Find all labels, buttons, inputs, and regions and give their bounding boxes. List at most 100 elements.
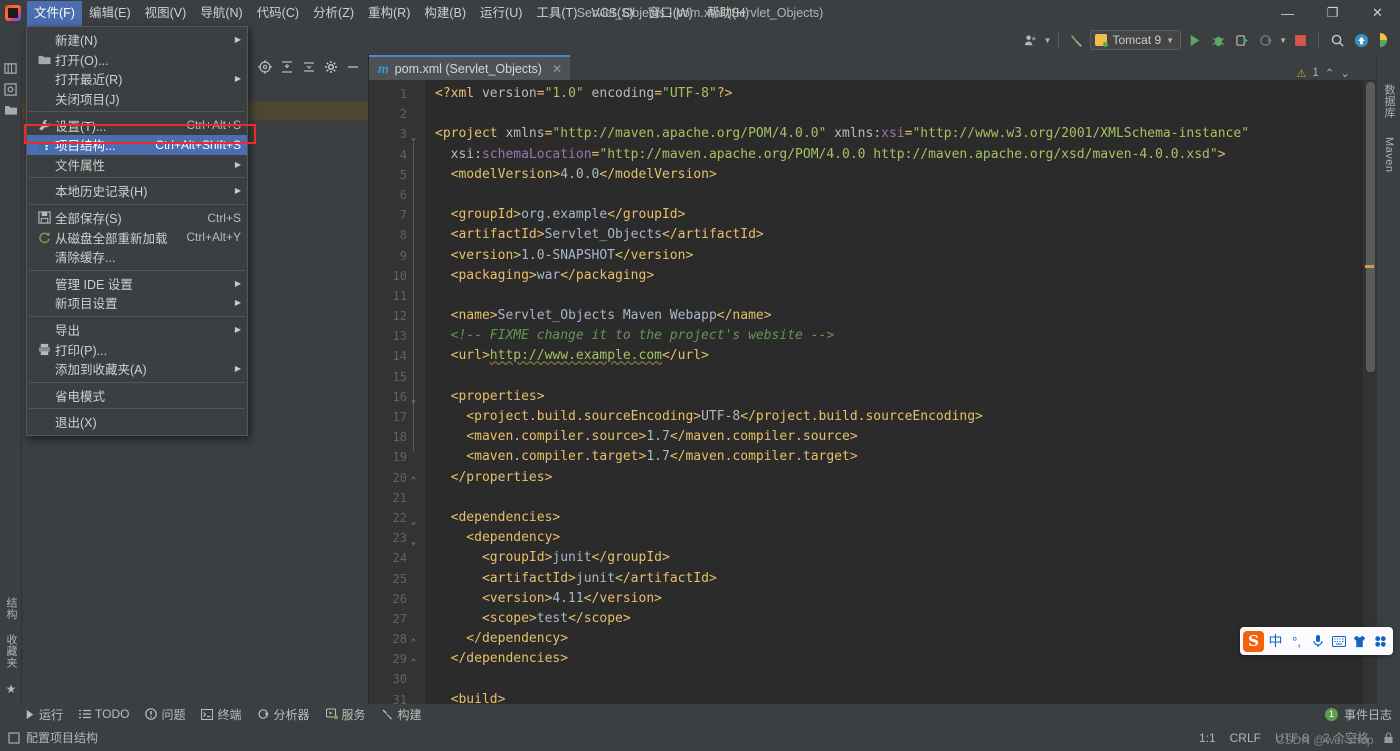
search-everywhere-icon[interactable] [1326, 29, 1348, 51]
caret-position[interactable]: 1:1 [1199, 731, 1216, 745]
tab-pom-xml[interactable]: m pom.xml (Servlet_Objects) ✕ [369, 55, 570, 80]
file-menu-item-1[interactable]: 打开(O)... [27, 50, 247, 70]
menu-item-10[interactable]: VCS(S) [584, 1, 640, 26]
run-icon[interactable] [1183, 29, 1205, 51]
code-line[interactable]: <url>http://www.example.com</url> [435, 346, 1376, 366]
code-line[interactable]: <artifactId>Servlet_Objects</artifactId> [435, 225, 1376, 245]
code-line[interactable] [435, 286, 1376, 306]
fold-marker-dependencies-open[interactable]: ⌄ [409, 517, 418, 527]
tool-window-button-2[interactable]: 问题 [145, 706, 185, 723]
stop-icon[interactable] [1289, 29, 1311, 51]
submenu-arrow-icon[interactable]: ▶ [235, 364, 241, 373]
code-line[interactable]: <packaging>war</packaging> [435, 266, 1376, 286]
mic-icon[interactable] [1308, 631, 1327, 651]
menu-item-1[interactable]: 编辑(E) [82, 1, 138, 26]
avatar-chevron-down-icon[interactable]: ▼ [1044, 36, 1052, 45]
file-menu-item-9[interactable]: 本地历史记录(H) ▶ [27, 181, 247, 201]
file-menu-item-15[interactable]: 管理 IDE 设置 ▶ [27, 274, 247, 294]
menu-item-9[interactable]: 工具(T) [529, 1, 584, 26]
menu-item-6[interactable]: 重构(R) [361, 1, 417, 26]
file-menu-item-13[interactable]: 清除缓存... [27, 247, 247, 267]
menu-item-12[interactable]: 帮助(H) [700, 1, 756, 26]
code-line[interactable]: <modelVersion>4.0.0</modelVersion> [435, 165, 1376, 185]
build-hammer-icon[interactable] [1066, 29, 1088, 51]
next-problem-icon[interactable]: ⌄ [1340, 66, 1350, 80]
close-icon[interactable]: ✕ [552, 62, 562, 76]
file-menu-item-18[interactable]: 导出 ▶ [27, 320, 247, 340]
submenu-arrow-icon[interactable]: ▶ [235, 74, 241, 83]
user-avatar-icon[interactable] [1020, 29, 1042, 51]
tool-window-button-0[interactable]: 运行 [24, 706, 63, 723]
line-separator[interactable]: CRLF [1230, 731, 1261, 745]
structure-folder-icon[interactable] [2, 101, 20, 119]
run-with-coverage-icon[interactable] [1231, 29, 1253, 51]
menu-item-4[interactable]: 代码(C) [250, 1, 306, 26]
commit-icon[interactable] [2, 80, 20, 98]
collapse-all-icon[interactable] [278, 58, 296, 76]
file-menu-item-16[interactable]: 新项目设置 ▶ [27, 293, 247, 313]
run-config-chevron-down-icon[interactable]: ▼ [1166, 36, 1174, 45]
ime-toolbar[interactable]: S 中 °, [1240, 627, 1393, 655]
code-line[interactable]: <project.build.sourceEncoding>UTF-8</pro… [435, 407, 1376, 427]
code-line[interactable]: xsi:schemaLocation="http://maven.apache.… [435, 145, 1376, 165]
code-line[interactable]: <groupId>junit</groupId> [435, 548, 1376, 568]
code-line[interactable]: <maven.compiler.target>1.7</maven.compil… [435, 447, 1376, 467]
menu-item-8[interactable]: 运行(U) [473, 1, 529, 26]
sogou-ime-logo-icon[interactable]: S [1243, 630, 1264, 652]
code-line[interactable] [435, 367, 1376, 387]
code-line[interactable]: <properties> [435, 387, 1376, 407]
code-line[interactable]: <?xml version="1.0" encoding="UTF-8"?> [435, 84, 1376, 104]
fold-marker-properties-open[interactable]: ⌄ [409, 395, 418, 405]
code-line[interactable]: <dependencies> [435, 508, 1376, 528]
submenu-arrow-icon[interactable]: ▶ [235, 35, 241, 44]
file-menu-item-3[interactable]: 关闭项目(J) [27, 89, 247, 109]
code-line[interactable] [435, 488, 1376, 508]
code-line[interactable]: <artifactId>junit</artifactId> [435, 569, 1376, 589]
file-menu-item-19[interactable]: 打印(P)... [27, 339, 247, 359]
hide-window-icon[interactable] [344, 58, 362, 76]
code-line[interactable]: <version>1.0-SNAPSHOT</version> [435, 246, 1376, 266]
fold-marker-dependency-close[interactable]: ⌃ [409, 638, 418, 648]
keyboard-icon[interactable] [1329, 631, 1348, 651]
file-menu-item-12[interactable]: 从磁盘全部重新加载 Ctrl+Alt+Y [27, 227, 247, 247]
debug-icon[interactable] [1207, 29, 1229, 51]
left-rail-structure-label[interactable]: 结构 [3, 597, 19, 620]
file-menu-item-11[interactable]: 全部保存(S) Ctrl+S [27, 208, 247, 228]
event-log-label[interactable]: 事件日志 [1344, 706, 1392, 723]
maximize-button[interactable]: ❐ [1310, 0, 1355, 26]
prev-problem-icon[interactable]: ⌃ [1325, 66, 1335, 80]
code-line[interactable]: <scope>test</scope> [435, 609, 1376, 629]
menu-item-2[interactable]: 视图(V) [138, 1, 194, 26]
code-line[interactable] [435, 185, 1376, 205]
close-button[interactable]: ✕ [1355, 0, 1400, 26]
update-project-icon[interactable] [1350, 29, 1372, 51]
fold-marker-properties-close[interactable]: ⌃ [409, 476, 418, 486]
fold-marker-dependency-open[interactable]: ⌄ [409, 537, 418, 547]
project-icon[interactable] [2, 59, 20, 77]
left-rail-favorites-label[interactable]: 收藏夹 [3, 634, 19, 669]
right-rail-maven-label[interactable]: Maven [1383, 137, 1395, 173]
fold-marker-dependencies-close[interactable]: ⌃ [409, 658, 418, 668]
settings-gear-icon[interactable] [322, 58, 340, 76]
tool-window-button-5[interactable]: 服务 [325, 706, 366, 723]
target-icon[interactable] [256, 58, 274, 76]
minimize-button[interactable]: — [1265, 0, 1310, 26]
code-line[interactable]: </dependencies> [435, 649, 1376, 669]
warning-marker[interactable] [1365, 265, 1374, 268]
ime-punctuation-button[interactable]: °, [1287, 631, 1306, 651]
code-line[interactable]: <name>Servlet_Objects Maven Webapp</name… [435, 306, 1376, 326]
right-rail-database-label[interactable]: 数据库 [1381, 84, 1397, 119]
event-log-group[interactable]: 1 事件日志 [1324, 706, 1392, 723]
submenu-arrow-icon[interactable]: ▶ [235, 298, 241, 307]
code-line[interactable] [435, 104, 1376, 124]
tool-window-button-4[interactable]: 分析器 [257, 706, 310, 723]
file-menu-popup[interactable]: 新建(N) ▶ 打开(O)... 打开最近(R) ▶ 关闭项目(J) 设置(T)... Ctr… [26, 26, 248, 436]
tool-window-button-1[interactable]: TODO [79, 707, 129, 721]
submenu-arrow-icon[interactable]: ▶ [235, 325, 241, 334]
tool-window-button-3[interactable]: 终端 [201, 706, 242, 723]
file-menu-item-22[interactable]: 省电模式 [27, 386, 247, 406]
file-menu-item-24[interactable]: 退出(X) [27, 412, 247, 432]
file-menu-item-7[interactable]: 文件属性 ▶ [27, 155, 247, 175]
inspection-widget[interactable]: ⚠ 1 ⌃ ⌄ [1296, 66, 1376, 80]
submenu-arrow-icon[interactable]: ▶ [235, 279, 241, 288]
